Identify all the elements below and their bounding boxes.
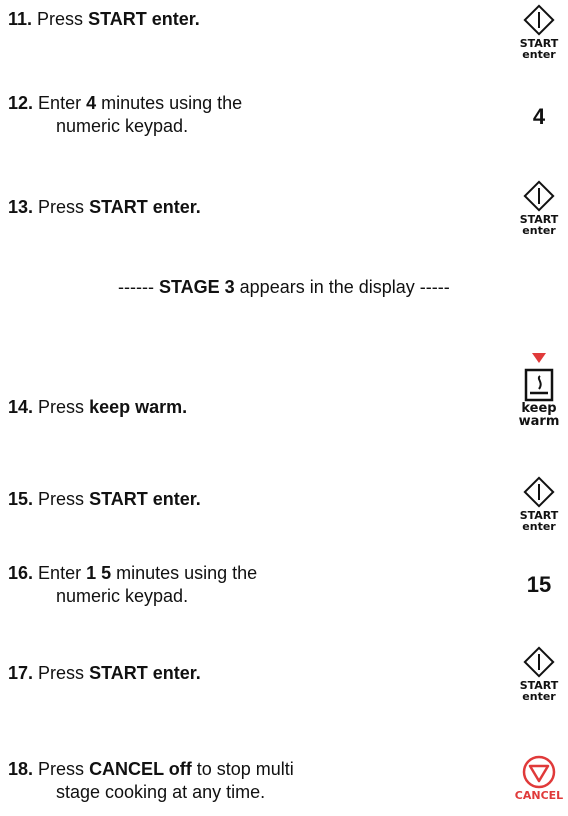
start-enter-icon: START enter [514, 178, 564, 236]
step-key: 1 5 [86, 563, 112, 583]
step-text: Press [38, 759, 90, 779]
keep-warm-icon: keep warm [514, 352, 564, 428]
start-enter-icon: START enter [514, 2, 564, 60]
step-text-cont: stage cooking at any time. [56, 782, 266, 802]
step-key: START enter. [88, 9, 200, 29]
enter-label: enter [522, 690, 556, 703]
cancel-off-icon: CANCEL [514, 754, 564, 801]
step-number: 15. [8, 489, 34, 509]
step-16: 16. Enter 1 5 minutes using the numeric … [8, 562, 428, 608]
step-text: Press [38, 663, 90, 683]
keep-warm-box-icon [524, 368, 554, 402]
step-number: 11. [8, 9, 33, 29]
step-11: 11. Press START enter. [8, 8, 428, 31]
step-15: 15. Press START enter. [8, 488, 428, 511]
start-enter-icon: START enter [514, 644, 564, 702]
start-diamond-icon [523, 646, 555, 678]
start-enter-icon: START enter [514, 474, 564, 532]
enter-label: enter [522, 48, 556, 61]
step-text: minutes using the [111, 563, 258, 583]
stage-divider: ------ STAGE 3 appears in the display --… [118, 276, 450, 299]
start-diamond-icon [523, 180, 555, 212]
step-18: 18. Press CANCEL off to stop multi stage… [8, 758, 428, 804]
step-number: 14. [8, 397, 34, 417]
step-text-cont: numeric keypad. [56, 116, 189, 136]
step-text: to stop multi [191, 759, 294, 779]
step-number: 17. [8, 663, 34, 683]
step-text: Press [38, 489, 90, 509]
step-13: 13. Press START enter. [8, 196, 428, 219]
step-text: Press [37, 9, 89, 29]
step-number: 18. [8, 759, 34, 779]
step-text: Press [38, 197, 90, 217]
step-key: CANCEL off [89, 759, 192, 779]
warm-label: warm [518, 414, 560, 429]
step-text-cont: numeric keypad. [56, 586, 189, 606]
step-text: Press [38, 397, 90, 417]
step-17: 17. Press START enter. [8, 662, 428, 685]
keypad-number-4: 4 [532, 104, 546, 129]
step-12: 12. Enter 4 minutes using the numeric ke… [8, 92, 428, 138]
step-number: 12. [8, 93, 34, 113]
step-key: keep warm. [89, 397, 188, 417]
enter-label: enter [522, 224, 556, 237]
step-key: START enter. [89, 663, 201, 683]
stage-label: STAGE 3 [158, 277, 235, 297]
cancel-label: CANCEL [514, 789, 564, 802]
step-14: 14. Press keep warm. [8, 396, 428, 419]
keypad-number-15: 15 [526, 572, 552, 597]
divider-text: appears in the display ----- [234, 277, 450, 297]
start-diamond-icon [523, 4, 555, 36]
start-diamond-icon [523, 476, 555, 508]
step-text: minutes using the [96, 93, 243, 113]
step-key: 4 [86, 93, 97, 113]
step-text: Enter [38, 563, 87, 583]
enter-label: enter [522, 520, 556, 533]
step-number: 13. [8, 197, 34, 217]
step-key: START enter. [89, 489, 201, 509]
red-triangle-indicator-icon [532, 353, 546, 363]
divider-dashes: ------ [118, 277, 159, 297]
step-key: START enter. [89, 197, 201, 217]
step-number: 16. [8, 563, 34, 583]
cancel-circle-icon [522, 755, 556, 789]
step-text: Enter [38, 93, 87, 113]
